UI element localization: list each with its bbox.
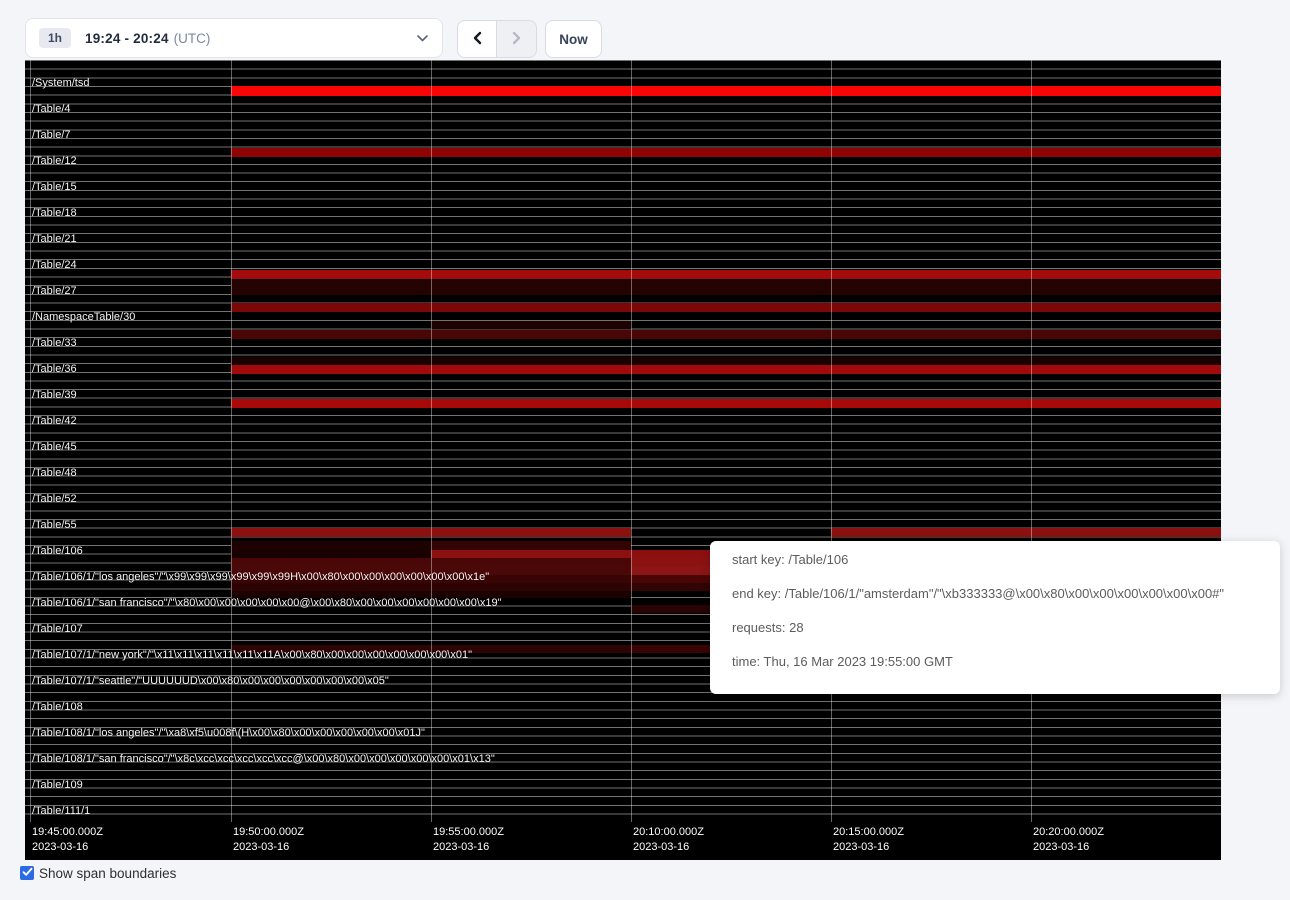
key-row-label: /System/tsd xyxy=(32,77,89,90)
key-row-label: /Table/18 xyxy=(32,207,77,220)
tick-time: 20:15:00.000Z xyxy=(833,825,904,840)
key-row-label: /Table/48 xyxy=(32,467,77,480)
range-timezone: (UTC) xyxy=(174,31,211,46)
key-row-label: /Table/106/1/"los angeles"/"\x99\x99\x99… xyxy=(32,571,489,584)
key-row-label: /Table/106 xyxy=(32,545,83,558)
show-span-boundaries-checkbox[interactable] xyxy=(20,866,34,880)
key-visualizer-canvas[interactable]: /System/tsd/Table/4/Table/7/Table/12/Tab… xyxy=(25,60,1221,860)
tick-date: 2023-03-16 xyxy=(1033,840,1104,855)
key-row-label: /Table/107/1/"seattle"/"UUUUUUD\x00\x80\… xyxy=(32,675,389,688)
key-row-label: /Table/42 xyxy=(32,415,77,428)
now-button[interactable]: Now xyxy=(545,20,602,58)
tick-time: 19:50:00.000Z xyxy=(233,825,304,840)
range-duration-badge: 1h xyxy=(39,28,71,48)
key-row-label: /Table/106/1/"san francisco"/"\x80\x00\x… xyxy=(32,597,502,610)
tooltip-time: time: Thu, 16 Mar 2023 19:55:00 GMT xyxy=(732,655,1258,669)
x-axis-tick: 19:50:00.000Z2023-03-16 xyxy=(233,825,304,855)
key-row-label: /Table/108 xyxy=(32,701,83,714)
chevron-left-icon xyxy=(471,31,484,48)
key-row-label: /Table/7 xyxy=(32,129,71,142)
key-row-label: /Table/107/1/"new york"/"\x11\x11\x11\x1… xyxy=(32,649,472,662)
tooltip-requests: requests: 28 xyxy=(732,621,1258,635)
key-row-label: /Table/45 xyxy=(32,441,77,454)
key-row-label: /Table/108/1/"san francisco"/"\x8c\xcc\x… xyxy=(32,753,495,766)
next-range-button[interactable] xyxy=(497,20,537,58)
key-row-label: /Table/12 xyxy=(32,155,77,168)
tooltip-end-key: end key: /Table/106/1/"amsterdam"/"\xb33… xyxy=(732,587,1258,601)
x-axis-tick: 20:10:00.000Z2023-03-16 xyxy=(633,825,704,855)
key-row-label: /Table/4 xyxy=(32,103,71,116)
key-row-label: /Table/27 xyxy=(32,285,77,298)
tick-time: 19:45:00.000Z xyxy=(32,825,103,840)
key-row-label: /Table/111/1 xyxy=(32,805,90,818)
tick-date: 2023-03-16 xyxy=(433,840,504,855)
chevron-right-icon xyxy=(510,31,523,48)
tick-date: 2023-03-16 xyxy=(32,840,103,855)
key-row-label: /Table/52 xyxy=(32,493,77,506)
chevron-down-icon xyxy=(417,35,428,42)
key-row-label: /Table/33 xyxy=(32,337,77,350)
key-row-label: /NamespaceTable/30 xyxy=(32,311,135,324)
tick-time: 20:10:00.000Z xyxy=(633,825,704,840)
tick-date: 2023-03-16 xyxy=(633,840,704,855)
time-nav-group xyxy=(457,20,537,58)
check-icon xyxy=(22,864,33,882)
tick-date: 2023-03-16 xyxy=(833,840,904,855)
key-row-label: /Table/36 xyxy=(32,363,77,376)
show-span-boundaries-label: Show span boundaries xyxy=(39,866,176,881)
key-row-label: /Table/107 xyxy=(32,623,83,636)
tick-date: 2023-03-16 xyxy=(233,840,304,855)
bucket-tooltip: start key: /Table/106 end key: /Table/10… xyxy=(710,541,1280,694)
prev-range-button[interactable] xyxy=(457,20,497,58)
x-axis: 19:45:00.000Z2023-03-1619:50:00.000Z2023… xyxy=(25,822,1221,860)
key-row-label: /Table/109 xyxy=(32,779,83,792)
time-range-selector[interactable]: 1h 19:24 - 20:24 (UTC) xyxy=(25,18,443,58)
x-axis-tick: 20:15:00.000Z2023-03-16 xyxy=(833,825,904,855)
key-row-label: /Table/39 xyxy=(32,389,77,402)
key-row-label: /Table/21 xyxy=(32,233,77,246)
tick-time: 20:20:00.000Z xyxy=(1033,825,1104,840)
key-row-label: /Table/55 xyxy=(32,519,77,532)
key-visualizer-page: 1h 19:24 - 20:24 (UTC) Now /System/tsd/T… xyxy=(0,0,1290,900)
key-labels: /System/tsd/Table/4/Table/7/Table/12/Tab… xyxy=(25,60,1221,822)
x-axis-tick: 19:55:00.000Z2023-03-16 xyxy=(433,825,504,855)
x-axis-tick: 20:20:00.000Z2023-03-16 xyxy=(1033,825,1104,855)
range-text: 19:24 - 20:24 xyxy=(85,31,169,46)
x-axis-tick: 19:45:00.000Z2023-03-16 xyxy=(32,825,103,855)
tick-time: 19:55:00.000Z xyxy=(433,825,504,840)
key-row-label: /Table/15 xyxy=(32,181,77,194)
footer: Show span boundaries xyxy=(20,866,176,881)
key-row-label: /Table/24 xyxy=(32,259,77,272)
tooltip-start-key: start key: /Table/106 xyxy=(732,553,1258,567)
key-row-label: /Table/108/1/"los angeles"/"\xa8\xf5\u00… xyxy=(32,727,425,740)
